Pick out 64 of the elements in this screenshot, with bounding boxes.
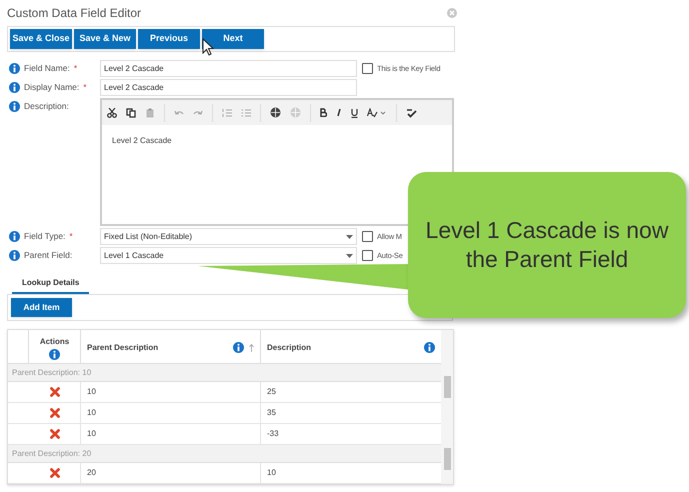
info-icon [9,250,20,261]
editor-text[interactable]: Level 2 Cascade [112,135,442,147]
add-item-button[interactable]: Add Item [11,298,72,317]
toolbar-button[interactable]: Save & New [74,29,136,49]
scrollbar[interactable] [441,330,453,484]
column-header[interactable]: Description [261,330,441,363]
link-globe-icon[interactable] [270,107,281,118]
table-cell: 10 [87,428,96,440]
toolbar-button[interactable]: Previous [138,29,200,49]
table-cell: 20 [87,467,96,479]
group-header: Parent Description: 20 [12,448,92,460]
info-icon [9,101,20,112]
caret-icon [346,254,353,258]
table-cell: -33 [267,428,279,440]
text-field[interactable]: Level 2 Cascade [100,79,357,96]
italic-icon[interactable] [336,108,342,117]
caret-icon [346,234,353,238]
required-mark: * [69,230,73,243]
bold-icon[interactable] [320,108,327,117]
delete-x-icon[interactable] [50,387,60,397]
table-cell: 10 [267,467,276,479]
spellcheck-icon[interactable] [406,107,417,118]
mouse-cursor-icon [202,38,214,56]
column-title: Parent Description [87,342,158,354]
info-icon [9,231,20,242]
scissors-icon[interactable] [107,108,117,118]
checkbox[interactable] [362,63,373,74]
copy-icon[interactable] [126,108,136,118]
info-icon [9,82,20,93]
table-cell: 25 [267,386,276,398]
underline-icon[interactable] [351,108,358,118]
sort-arrow-icon[interactable] [249,344,254,352]
delete-x-icon[interactable] [50,468,60,478]
column-title: Description [267,342,312,354]
text-field[interactable]: Level 2 Cascade [100,60,357,77]
checkbox[interactable] [362,231,373,242]
required-mark: * [74,62,78,75]
table-cell: 10 [87,407,96,419]
field-label: Display Name: [24,81,80,94]
info-icon [9,63,20,74]
required-mark: * [83,81,87,94]
table-cell: 10 [87,386,96,398]
tab[interactable]: Lookup Details [12,274,90,294]
field-label: Description: [24,100,69,113]
toolbar-button[interactable]: Save & Close [10,29,72,49]
checkbox[interactable] [362,250,373,261]
field-label: Parent Field: [24,249,72,262]
column-header[interactable]: Parent Description [81,330,261,363]
column-header[interactable]: Actions [29,330,81,363]
text-format-icon[interactable] [367,108,387,118]
dropdown-field[interactable]: Fixed List (Non-Editable) [100,228,357,245]
delete-x-icon[interactable] [50,408,60,418]
dropdown-field[interactable]: Level 1 Cascade [100,247,357,264]
info-icon [49,349,60,360]
info-icon [424,342,435,353]
info-icon [233,342,244,353]
window-title: Custom Data Field Editor [7,5,142,22]
delete-x-icon[interactable] [50,429,60,439]
field-label: Field Type: [24,230,66,243]
clipboard-icon[interactable] [145,108,155,118]
column-title: Actions [40,336,70,348]
field-label: Field Name: [24,62,70,75]
group-header: Parent Description: 10 [12,366,92,378]
table-cell: 35 [267,407,276,419]
